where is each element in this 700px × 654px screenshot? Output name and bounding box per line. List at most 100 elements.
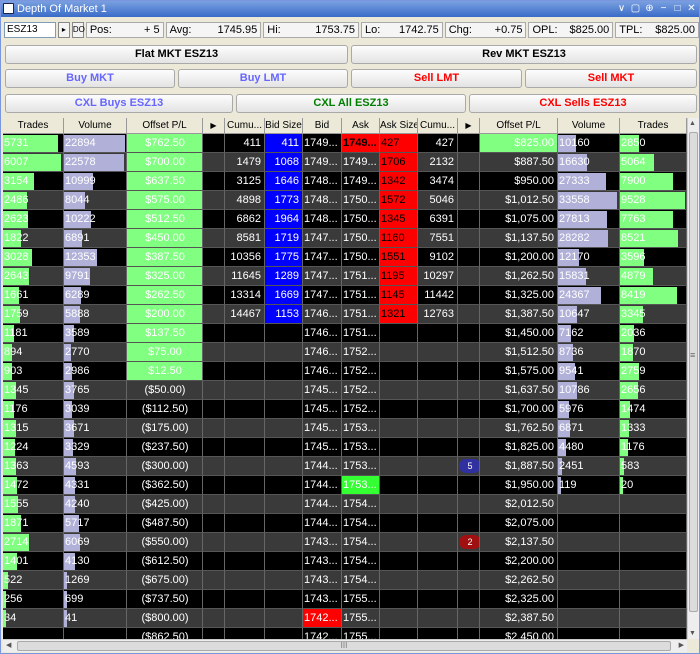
arrow-left-cell[interactable] (203, 286, 225, 305)
cumu-bid-cell[interactable]: 4898 (225, 191, 265, 210)
ask-size-cell[interactable] (380, 438, 418, 457)
scroll-right-icon[interactable]: ▶ (679, 641, 684, 649)
bid-size-cell[interactable] (265, 324, 303, 343)
ask-price-cell[interactable]: 1753... (342, 457, 380, 476)
cumu-ask-cell[interactable]: 2132 (418, 153, 458, 172)
ask-price-cell[interactable]: 1754... (342, 533, 380, 552)
ask-size-cell[interactable]: 1321 (380, 305, 418, 324)
ask-size-cell[interactable]: 1345 (380, 210, 418, 229)
ask-size-cell[interactable] (380, 609, 418, 628)
arrow-right-cell[interactable] (458, 324, 480, 343)
ask-price-cell[interactable]: 1754... (342, 495, 380, 514)
buy-mkt-button[interactable]: Buy MKT (5, 69, 175, 88)
bid-size-cell[interactable] (265, 495, 303, 514)
ask-size-cell[interactable] (380, 457, 418, 476)
collapse-icon[interactable]: ∨ (616, 2, 627, 16)
header-bid-size[interactable]: Bid Size (265, 118, 303, 134)
ask-price-cell[interactable]: 1755... (342, 628, 380, 639)
arrow-left-cell[interactable] (203, 153, 225, 172)
ask-price-cell[interactable]: 1750... (342, 191, 380, 210)
cumu-bid-cell[interactable] (225, 609, 265, 628)
arrow-left-cell[interactable] (203, 590, 225, 609)
ask-size-cell[interactable] (380, 400, 418, 419)
bid-price-cell[interactable]: 1745... (303, 400, 342, 419)
ask-price-cell[interactable]: 1752... (342, 381, 380, 400)
bid-size-cell[interactable]: 1153 (265, 305, 303, 324)
ask-size-cell[interactable]: 427 (380, 134, 418, 153)
arrow-right-cell[interactable] (458, 495, 480, 514)
arrow-right-cell[interactable] (458, 590, 480, 609)
rev-mkt-button[interactable]: Rev MKT ESZ13 (351, 45, 697, 64)
cumu-bid-cell[interactable]: 8581 (225, 229, 265, 248)
arrow-right-cell[interactable]: 5 (458, 457, 480, 476)
cumu-ask-cell[interactable] (418, 628, 458, 639)
arrow-left-cell[interactable] (203, 552, 225, 571)
arrow-right-cell[interactable]: 2 (458, 533, 480, 552)
bid-price-cell[interactable]: 1749... (303, 153, 342, 172)
arrow-right-cell[interactable] (458, 476, 480, 495)
cumu-bid-cell[interactable] (225, 400, 265, 419)
arrow-right-cell[interactable] (458, 552, 480, 571)
bid-price-cell[interactable]: 1744... (303, 476, 342, 495)
cumu-ask-cell[interactable]: 9102 (418, 248, 458, 267)
bid-size-cell[interactable] (265, 552, 303, 571)
cumu-ask-cell[interactable]: 6391 (418, 210, 458, 229)
bid-size-cell[interactable] (265, 362, 303, 381)
ask-price-cell[interactable]: 1753... (342, 438, 380, 457)
cumu-ask-cell[interactable] (418, 609, 458, 628)
arrow-left-cell[interactable] (203, 533, 225, 552)
cumu-ask-cell[interactable] (418, 590, 458, 609)
arrow-left-cell[interactable] (203, 343, 225, 362)
arrow-right-cell[interactable] (458, 419, 480, 438)
header-ask-size[interactable]: Ask Size (380, 118, 418, 134)
ask-size-cell[interactable] (380, 476, 418, 495)
bid-size-cell[interactable] (265, 400, 303, 419)
bid-size-cell[interactable]: 1964 (265, 210, 303, 229)
arrow-left-cell[interactable] (203, 324, 225, 343)
header-trades-right[interactable]: Trades (620, 118, 687, 134)
bid-size-cell[interactable]: 1669 (265, 286, 303, 305)
arrow-right-cell[interactable] (458, 191, 480, 210)
bid-price-cell[interactable]: 1742... (303, 609, 342, 628)
bid-size-cell[interactable]: 1719 (265, 229, 303, 248)
bid-price-cell[interactable]: 1747... (303, 229, 342, 248)
cumu-ask-cell[interactable]: 7551 (418, 229, 458, 248)
arrow-right-cell[interactable] (458, 628, 480, 639)
bid-size-cell[interactable] (265, 628, 303, 639)
bid-size-cell[interactable] (265, 457, 303, 476)
cumu-bid-cell[interactable] (225, 343, 265, 362)
bid-price-cell[interactable]: 1746... (303, 305, 342, 324)
arrow-right-cell[interactable] (458, 267, 480, 286)
arrow-right-cell[interactable] (458, 229, 480, 248)
cumu-bid-cell[interactable] (225, 514, 265, 533)
arrow-right-cell[interactable] (458, 438, 480, 457)
ask-size-cell[interactable]: 1572 (380, 191, 418, 210)
arrow-left-cell[interactable] (203, 381, 225, 400)
header-cumu-bid[interactable]: Cumu... (225, 118, 265, 134)
ask-size-cell[interactable] (380, 552, 418, 571)
cumu-ask-cell[interactable] (418, 495, 458, 514)
cumu-ask-cell[interactable] (418, 457, 458, 476)
cumu-bid-cell[interactable] (225, 381, 265, 400)
arrow-left-cell[interactable] (203, 457, 225, 476)
horizontal-scroll-thumb[interactable]: III (17, 641, 671, 651)
arrow-right-cell[interactable] (458, 343, 480, 362)
bid-price-cell[interactable]: 1746... (303, 324, 342, 343)
cumu-bid-cell[interactable] (225, 457, 265, 476)
arrow-right-cell[interactable] (458, 210, 480, 229)
header-arrow-right[interactable]: ▶ (458, 118, 480, 134)
header-ask-price[interactable]: Ask (342, 118, 380, 134)
cumu-bid-cell[interactable] (225, 324, 265, 343)
ask-price-cell[interactable]: 1749... (342, 134, 380, 153)
ask-price-cell[interactable]: 1751... (342, 286, 380, 305)
cumu-bid-cell[interactable] (225, 628, 265, 639)
bid-price-cell[interactable]: 1749... (303, 134, 342, 153)
cumu-ask-cell[interactable]: 5046 (418, 191, 458, 210)
ask-price-cell[interactable]: 1751... (342, 305, 380, 324)
arrow-right-cell[interactable] (458, 571, 480, 590)
header-offset-pl-left[interactable]: Offset P/L (127, 118, 203, 134)
arrow-left-cell[interactable] (203, 362, 225, 381)
bid-size-cell[interactable] (265, 590, 303, 609)
ask-size-cell[interactable]: 1706 (380, 153, 418, 172)
bid-size-cell[interactable] (265, 419, 303, 438)
